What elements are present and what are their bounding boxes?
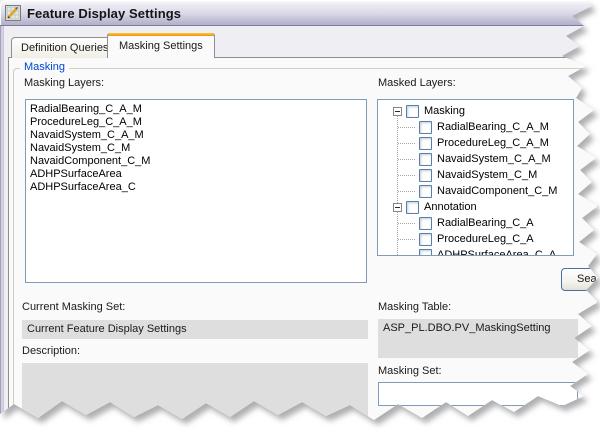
list-item[interactable]: NavaidComponent_C_M	[26, 155, 366, 168]
masking-group-label: Masking	[20, 61, 69, 73]
tree-child-row: ADHPSurfaceArea_C_A	[378, 247, 573, 256]
tree-checkbox[interactable]	[419, 249, 432, 257]
tree-child-row: RadialBearing_C_A	[378, 215, 573, 231]
tree-item-label[interactable]: ProcedureLeg_C_A	[437, 233, 534, 245]
tree-checkbox[interactable]	[419, 137, 432, 150]
tab-masking-settings[interactable]: Masking Settings	[107, 33, 215, 58]
tree-branch-connector	[398, 191, 415, 192]
list-item[interactable]: ProcedureLeg_C_A_M	[26, 116, 366, 129]
tree-item-label[interactable]: Masking	[424, 105, 465, 117]
tree-child-row: NavaidComponent_C_M	[378, 183, 573, 199]
tree-item-label[interactable]: ADHPSurfaceArea_C_A	[437, 249, 556, 256]
tree-collapse-icon[interactable]	[393, 107, 402, 116]
list-item[interactable]: NavaidSystem_C_M	[26, 142, 366, 155]
tree-item-label[interactable]: RadialBearing_C_A_M	[437, 121, 549, 133]
tree-child-row: ProcedureLeg_C_A	[378, 231, 573, 247]
current-masking-set-field: Current Feature Display Settings	[22, 320, 368, 339]
tree-branch-connector	[398, 175, 415, 176]
title-bar: Feature Display Settings	[0, 0, 600, 26]
list-item[interactable]: NavaidSystem_C_A_M	[26, 129, 366, 142]
tree-item-label[interactable]: Annotation	[424, 201, 477, 213]
list-item[interactable]: ADHPSurfaceArea	[26, 168, 366, 181]
masking-set-label: Masking Set:	[378, 365, 442, 377]
tree-collapse-icon[interactable]	[393, 203, 402, 212]
tree-child-row: NavaidSystem_C_M	[378, 167, 573, 183]
masking-layers-listbox[interactable]: RadialBearing_C_A_MProcedureLeg_C_A_MNav…	[25, 99, 367, 283]
tree-checkbox[interactable]	[419, 233, 432, 246]
tree-child-row: ProcedureLeg_C_A_M	[378, 135, 573, 151]
tree-item-label[interactable]: RadialBearing_C_A	[437, 217, 534, 229]
list-item[interactable]: RadialBearing_C_A_M	[26, 103, 366, 116]
masked-layers-tree[interactable]: Masking RadialBearing_C_A_M ProcedureLeg_C…	[377, 99, 574, 256]
masking-layers-label: Masking Layers:	[24, 77, 104, 89]
search-button[interactable]: Sea	[561, 268, 600, 291]
masked-layers-label: Masked Layers:	[378, 77, 456, 89]
tree-checkbox[interactable]	[419, 121, 432, 134]
tree-child-row: NavaidSystem_C_A_M	[378, 151, 573, 167]
tree-checkbox[interactable]	[419, 185, 432, 198]
tree-branch-connector	[398, 255, 415, 256]
tree-checkbox[interactable]	[419, 153, 432, 166]
list-item[interactable]: ADHPSurfaceArea_C	[26, 181, 366, 194]
tree-rows-container: Masking RadialBearing_C_A_M ProcedureLeg_C…	[378, 103, 573, 255]
window-title: Feature Display Settings	[27, 6, 181, 21]
torn-screenshot-wrapper: Feature Display Settings Definition Quer…	[0, 0, 600, 438]
tree-item-label[interactable]: NavaidComponent_C_M	[437, 185, 557, 197]
tree-checkbox[interactable]	[406, 201, 419, 214]
tree-root-row: Annotation	[378, 199, 573, 215]
feature-display-settings-dialog: Feature Display Settings Definition Quer…	[0, 0, 600, 438]
tree-branch-connector	[398, 239, 415, 240]
tree-checkbox[interactable]	[419, 217, 432, 230]
tree-checkbox[interactable]	[406, 105, 419, 118]
window-frame-left	[0, 26, 4, 438]
tree-item-label[interactable]: ProcedureLeg_C_A_M	[437, 137, 549, 149]
tree-branch-connector	[398, 143, 415, 144]
current-masking-set-label: Current Masking Set:	[22, 301, 125, 313]
masking-table-label: Masking Table:	[378, 301, 451, 313]
tree-item-label[interactable]: NavaidSystem_C_M	[437, 169, 537, 181]
tree-branch-connector	[398, 159, 415, 160]
masking-table-field: ASP_PL.DBO.PV_MaskingSetting	[378, 319, 578, 358]
tree-child-row: RadialBearing_C_A_M	[378, 119, 573, 135]
tree-item-label[interactable]: NavaidSystem_C_A_M	[437, 153, 551, 165]
tree-branch-connector	[398, 223, 415, 224]
masking-set-input[interactable]	[378, 382, 578, 406]
tree-checkbox[interactable]	[419, 169, 432, 182]
tree-branch-connector	[398, 127, 415, 128]
description-field	[22, 363, 368, 420]
tab-definition-queries[interactable]: Definition Queries	[11, 37, 118, 58]
tree-root-row: Masking	[378, 103, 573, 119]
feature-display-settings-icon	[5, 5, 21, 21]
description-label: Description:	[22, 345, 80, 357]
